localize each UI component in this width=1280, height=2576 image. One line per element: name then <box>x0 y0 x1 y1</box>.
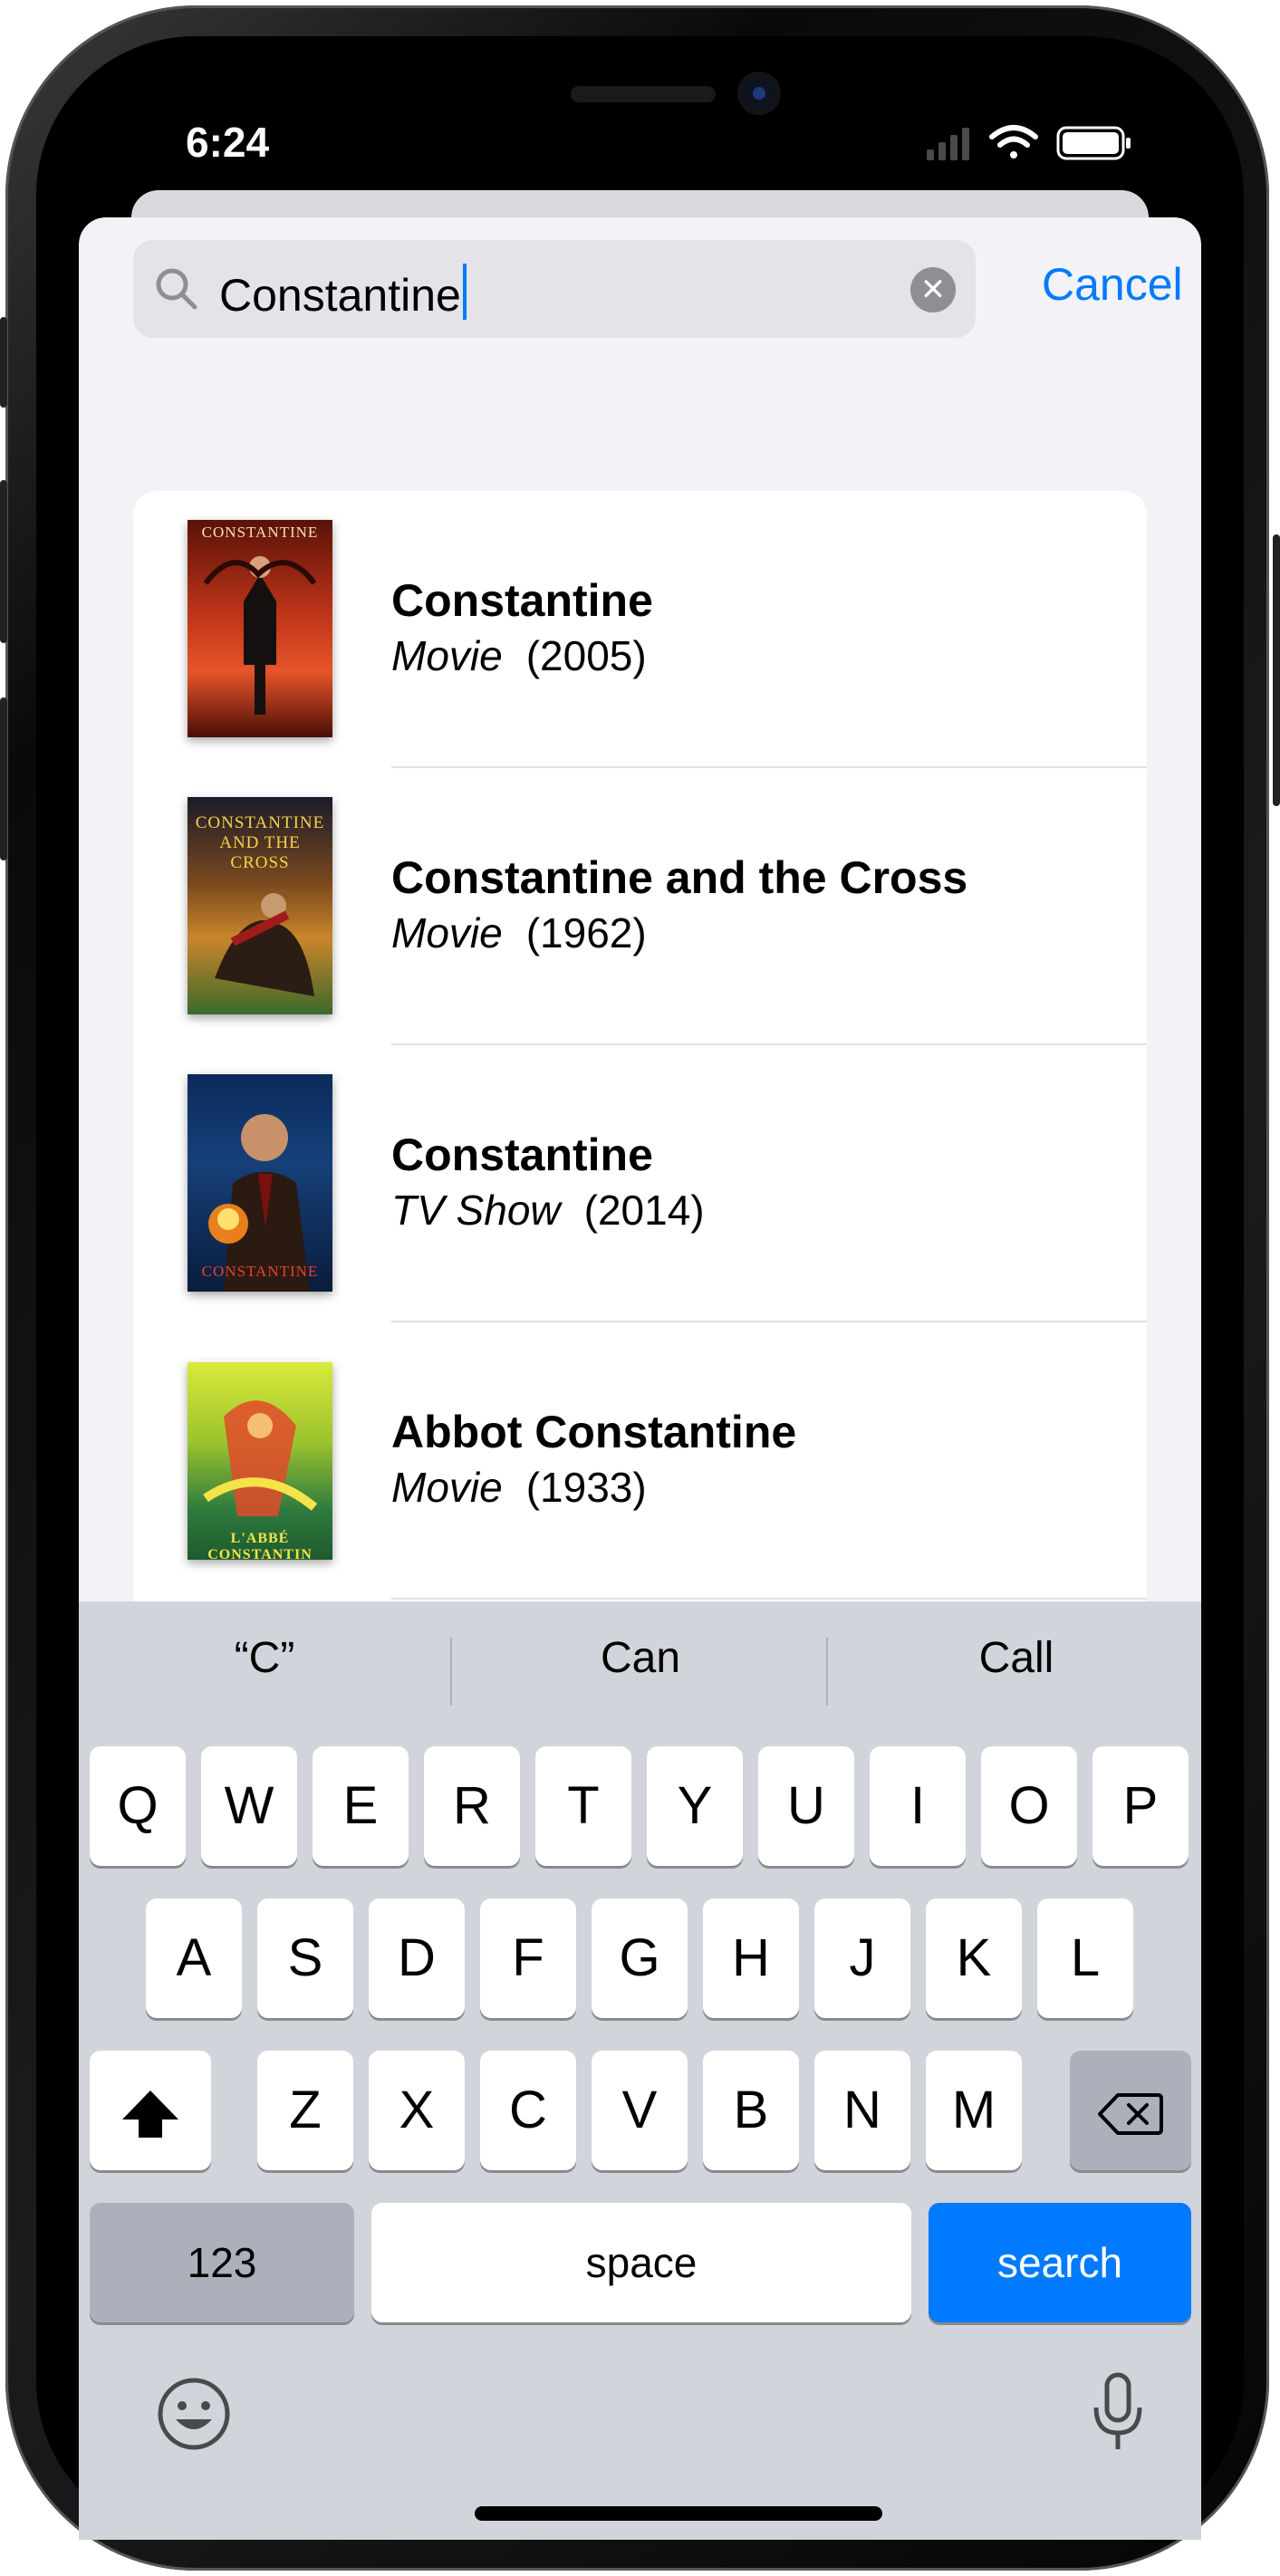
key-l[interactable]: L <box>1037 1898 1133 2018</box>
key-n[interactable]: N <box>814 2051 910 2170</box>
search-key[interactable]: search <box>929 2203 1191 2322</box>
key-a[interactable]: A <box>146 1898 242 2018</box>
key-h[interactable]: H <box>703 1898 799 2018</box>
key-q[interactable]: Q <box>90 1746 186 1866</box>
home-indicator[interactable] <box>475 2506 882 2521</box>
speaker <box>571 86 716 102</box>
poster-image: L'ABBÉ CONSTANTIN <box>188 1362 332 1560</box>
key-m[interactable]: M <box>926 2051 1022 2170</box>
volume-up-button <box>0 480 7 643</box>
key-z[interactable]: Z <box>257 2051 353 2170</box>
result-title: Constantine and the Cross <box>391 852 968 903</box>
backspace-icon <box>1098 2092 1163 2135</box>
key-t[interactable]: T <box>535 1746 631 1866</box>
key-b[interactable]: B <box>703 2051 799 2170</box>
poster-image: CONSTANTINE AND THE CROSS <box>188 797 332 1014</box>
result-year: (2014) <box>583 1187 705 1234</box>
result-subtitle: TV Show (2014) <box>391 1186 705 1235</box>
row-separator <box>391 1598 1147 1600</box>
result-kind: Movie <box>391 909 503 956</box>
result-subtitle: Movie (1962) <box>391 908 647 957</box>
iphone-frame: 6:24 Constantine ✕ Cancel CONSTANTINE Co… <box>0 0 1280 2576</box>
result-kind: Movie <box>391 1464 503 1511</box>
key-s[interactable]: S <box>257 1898 353 2018</box>
power-button <box>1273 534 1280 806</box>
key-c[interactable]: C <box>480 2051 576 2170</box>
results-list: CONSTANTINE Constantine Movie (2005) CONS… <box>133 491 1147 1668</box>
suggestion-can[interactable]: Can <box>455 1633 826 1683</box>
key-y[interactable]: Y <box>647 1746 743 1866</box>
key-e[interactable]: E <box>313 1746 409 1866</box>
result-title: Constantine <box>391 575 653 626</box>
front-camera <box>743 77 775 110</box>
search-field[interactable]: Constantine ✕ <box>133 240 976 338</box>
result-row[interactable]: L'ABBÉ CONSTANTIN Abbot Constantine Movi… <box>133 1322 1147 1600</box>
search-input-text[interactable]: Constantine <box>219 264 467 322</box>
result-title: Constantine <box>391 1129 653 1180</box>
silent-switch <box>0 317 7 408</box>
key-x[interactable]: X <box>369 2051 465 2170</box>
poster-image: CONSTANTINE <box>188 520 332 737</box>
result-row[interactable]: CONSTANTINE Constantine Movie (2005) <box>133 491 1147 768</box>
result-year: (1962) <box>525 909 647 956</box>
result-row[interactable]: CONSTANTINE AND THE CROSS Constantine an… <box>133 768 1147 1045</box>
delete-key[interactable] <box>1070 2051 1191 2170</box>
result-row[interactable]: CONSTANTINE Constantine TV Show (2014) <box>133 1045 1147 1322</box>
status-icons <box>927 122 1135 167</box>
result-year: (2005) <box>525 632 647 679</box>
microphone-icon[interactable] <box>1089 2371 1147 2455</box>
key-u[interactable]: U <box>758 1746 854 1866</box>
volume-down-button <box>0 697 7 860</box>
poster-title-text: L'ABBÉ CONSTANTIN <box>207 1531 313 1560</box>
search-icon <box>153 265 200 317</box>
text-cursor <box>462 264 467 320</box>
suggestion-call[interactable]: Call <box>831 1633 1201 1683</box>
poster-title-text: CONSTANTINE <box>201 1263 319 1280</box>
shift-key[interactable] <box>90 2051 211 2170</box>
key-w[interactable]: W <box>201 1746 297 1866</box>
suggestion-divider <box>450 1638 452 1706</box>
status-time: 6:24 <box>186 119 270 166</box>
suggestion-divider <box>826 1638 828 1706</box>
cancel-button[interactable]: Cancel <box>1042 258 1183 311</box>
result-title: Abbot Constantine <box>391 1407 797 1457</box>
clear-search-icon[interactable]: ✕ <box>910 267 956 312</box>
key-v[interactable]: V <box>592 2051 688 2170</box>
wifi-icon <box>989 125 1038 159</box>
notch <box>544 36 924 127</box>
shift-arrow-icon <box>122 2090 178 2138</box>
key-r[interactable]: R <box>424 1746 520 1866</box>
result-subtitle: Movie (2005) <box>391 631 647 680</box>
key-g[interactable]: G <box>592 1898 688 2018</box>
emoji-icon[interactable] <box>156 2376 232 2452</box>
key-k[interactable]: K <box>926 1898 1022 2018</box>
keyboard: “C” Can Call Q W E R T Y U I O P A S D F… <box>79 1601 1201 2540</box>
result-kind: Movie <box>391 632 503 679</box>
key-f[interactable]: F <box>480 1898 576 2018</box>
result-kind: TV Show <box>391 1187 561 1234</box>
battery-icon <box>1056 126 1131 160</box>
cellular-signal-icon <box>927 128 969 160</box>
key-o[interactable]: O <box>981 1746 1077 1866</box>
key-p[interactable]: P <box>1092 1746 1189 1866</box>
search-sheet: Constantine ✕ Cancel CONSTANTINE Constan… <box>79 217 1201 2540</box>
result-subtitle: Movie (1933) <box>391 1463 647 1512</box>
poster-image: CONSTANTINE <box>188 1074 332 1292</box>
space-key[interactable]: space <box>371 2203 911 2322</box>
key-i[interactable]: I <box>870 1746 966 1866</box>
result-year: (1933) <box>525 1464 647 1511</box>
key-j[interactable]: J <box>814 1898 910 2018</box>
suggestion-quoted[interactable]: “C” <box>79 1633 450 1683</box>
key-d[interactable]: D <box>369 1898 465 2018</box>
numbers-key[interactable]: 123 <box>90 2203 354 2322</box>
